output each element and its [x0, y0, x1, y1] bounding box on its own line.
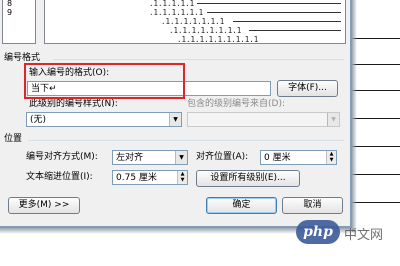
preview-row: .1.1.1.1.1.1.1 [161, 17, 225, 26]
php-logo: php [296, 220, 340, 244]
spinner-arrows[interactable]: ▲ ▼ [326, 151, 336, 164]
watermark-text: 中文网 [344, 228, 384, 243]
text-indent-spinner[interactable]: 0.75 厘米 ▲ ▼ [112, 170, 188, 185]
aligned-at-label: 对齐位置(A): [196, 152, 249, 162]
number-style-label: 此级别的编号样式(N): [29, 99, 118, 109]
document-line [352, 90, 400, 91]
aligned-at-spinner[interactable]: 0 厘米 ▲ ▼ [260, 150, 337, 165]
section-divider [54, 59, 344, 60]
aligned-at-value: 0 厘米 [264, 153, 291, 163]
dialog-shadow-right [352, 0, 357, 232]
section-divider [28, 140, 344, 141]
spinner-arrows[interactable]: ▲ ▼ [177, 171, 187, 184]
preview-rule [249, 30, 341, 31]
number-alignment-value: 左对齐 [116, 153, 144, 163]
chevron-down-icon: ▼ [327, 113, 339, 126]
number-style-select[interactable]: (无) ▼ [26, 112, 182, 127]
preview-rule [233, 21, 341, 22]
preview-rule [207, 12, 341, 13]
include-level-label: 包含的级别编号来自(D): [187, 99, 285, 109]
numbering-preview: .1.1.1.1.1 .1.1.1.1.1.1 .1.1.1.1.1.1.1 .… [44, 0, 346, 44]
chevron-down-icon[interactable]: ▼ [169, 113, 181, 126]
more-button[interactable]: 更多(M) >> [8, 197, 80, 214]
level-list-item[interactable]: 9 [7, 8, 12, 17]
preview-row: .1.1.1.1.1 [149, 0, 195, 8]
number-style-value: (无) [30, 115, 47, 125]
include-level-select[interactable]: ▼ [187, 112, 340, 127]
document-line [352, 38, 400, 39]
cancel-button[interactable]: 取消 [282, 197, 343, 214]
spin-down-icon[interactable]: ▼ [178, 177, 187, 183]
position-section-label: 位置 [4, 134, 23, 144]
spin-down-icon[interactable]: ▼ [327, 157, 336, 163]
preview-row: .1.1.1.1.1.1 [149, 8, 204, 17]
chevron-down-icon[interactable]: ▼ [175, 151, 187, 164]
text-indent-value: 0.75 厘米 [116, 173, 157, 183]
level-list-item[interactable]: 8 [7, 0, 12, 8]
set-for-all-levels-button[interactable]: 设置所有级别(E)... [196, 170, 300, 187]
number-alignment-select[interactable]: 左对齐 ▼ [112, 150, 188, 165]
annotation-highlight-box [24, 63, 185, 99]
document-line [352, 118, 400, 119]
text-indent-label: 文本缩进位置(I): [26, 172, 93, 182]
ok-button[interactable]: 确定 [206, 197, 277, 214]
preview-rule [197, 3, 341, 4]
screenshot: 8 9 .1.1.1.1.1 .1.1.1.1.1.1 .1.1.1.1.1.1… [0, 0, 400, 266]
document-line [352, 202, 400, 203]
preview-row: .1.1.1.1.1.1.1.1.1 [177, 35, 259, 44]
document-line [352, 174, 400, 175]
number-alignment-label: 编号对齐方式(M): [26, 152, 98, 162]
document-line [352, 64, 400, 65]
define-multilevel-list-dialog: 8 9 .1.1.1.1.1 .1.1.1.1.1.1 .1.1.1.1.1.1… [0, 0, 352, 228]
font-button[interactable]: 字体(F)... [277, 80, 338, 97]
preview-row: .1.1.1.1.1.1.1.1 [169, 26, 242, 35]
document-line [352, 146, 400, 147]
level-list[interactable]: 8 9 [2, 0, 36, 44]
